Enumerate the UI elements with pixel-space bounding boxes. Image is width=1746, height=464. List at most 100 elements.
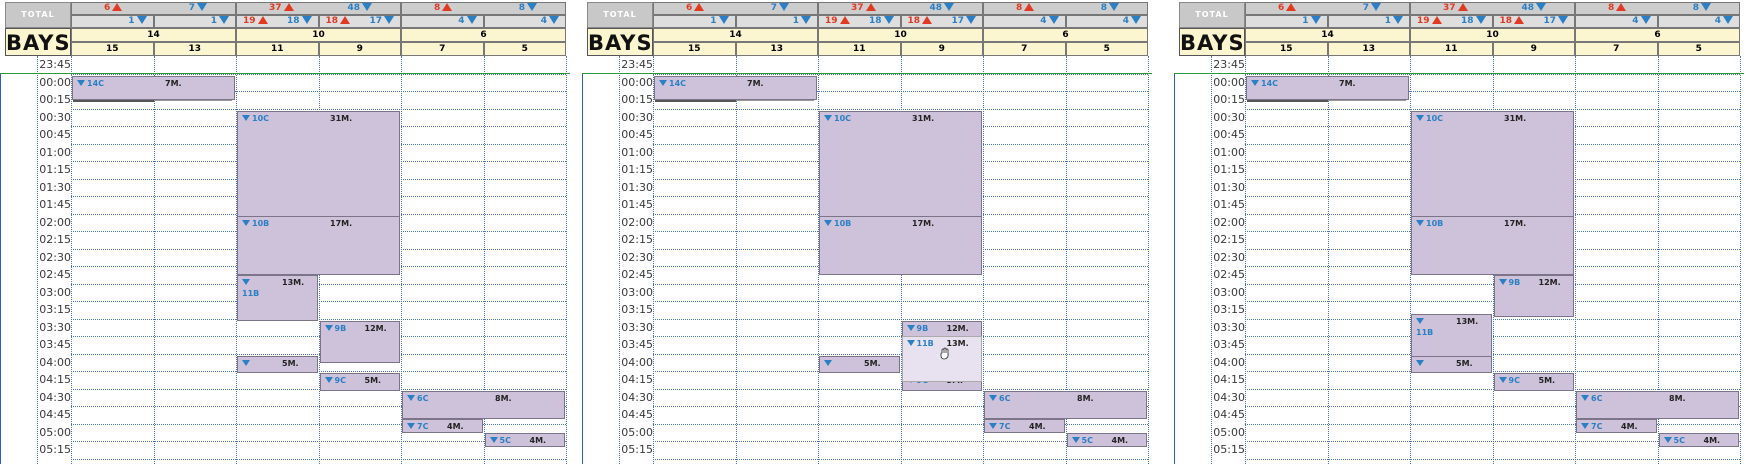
block-duration: 17M. bbox=[1504, 218, 1527, 228]
bay-down-count: 17 bbox=[1543, 16, 1568, 27]
bay-down-value: 4 bbox=[1040, 16, 1047, 26]
schedule-block[interactable]: 14C 7M. bbox=[654, 75, 817, 100]
time-label: 04:30 bbox=[621, 390, 653, 404]
bays-label: BAYS bbox=[5, 28, 71, 56]
time-label: 01:15 bbox=[1213, 163, 1245, 176]
schedule-block[interactable]: 9C 5M. bbox=[319, 373, 400, 391]
block-duration: 5M. bbox=[864, 358, 881, 368]
down-arrow-icon bbox=[549, 16, 559, 24]
down-arrow-icon bbox=[1416, 359, 1424, 366]
schedule-block[interactable]: 10B 17M. bbox=[1411, 215, 1574, 275]
up-arrow-icon bbox=[1024, 3, 1035, 11]
schedule-block[interactable]: 5M. bbox=[237, 355, 318, 373]
schedule-block[interactable]: 7C 4M. bbox=[402, 418, 483, 433]
time-label: 00:15 bbox=[621, 93, 653, 106]
down-arrow-icon bbox=[824, 359, 832, 366]
down-total: 8 bbox=[1693, 3, 1711, 14]
down-arrow-icon bbox=[944, 3, 954, 11]
time-label: 02:15 bbox=[1213, 233, 1245, 246]
schedule-block[interactable]: 6C 8M. bbox=[1576, 390, 1739, 419]
schedule-block[interactable]: 5M. bbox=[819, 355, 900, 373]
schedule-block[interactable]: 11B 13M. bbox=[237, 275, 318, 321]
schedule-block[interactable]: 10B 17M. bbox=[819, 215, 982, 275]
group-10-totals: 37 48 bbox=[236, 2, 401, 15]
up-count-value: 37 bbox=[1443, 3, 1456, 13]
bay-counts: 4 bbox=[401, 15, 484, 28]
down-arrow-icon bbox=[718, 16, 729, 24]
down-total-value: 8 bbox=[518, 3, 525, 13]
schedule-block[interactable]: 14C 7M. bbox=[1246, 75, 1409, 100]
block-id: 7C bbox=[417, 421, 429, 431]
bay-number: 9 bbox=[1492, 42, 1575, 56]
bay-number: 9 bbox=[900, 42, 983, 56]
up-count: 8 bbox=[434, 3, 453, 14]
schedule-panel-after: TOTAL BAYS 6 7 1 1 14 15 13 37 48 19 18 18 17 10 11 9 8 8 4 4… bbox=[1174, 0, 1744, 464]
bay-counts: 18 17 bbox=[318, 15, 401, 28]
schedule-block[interactable]: 9C 5M. bbox=[1493, 373, 1574, 391]
schedule-block[interactable]: 7C 4M. bbox=[984, 418, 1065, 433]
bay-counts: 1 bbox=[735, 15, 818, 28]
schedule-block[interactable]: 14C 7M. bbox=[72, 75, 235, 100]
time-label: 00:30 bbox=[1213, 110, 1245, 124]
bay-number: 9 bbox=[318, 42, 401, 56]
schedule-block[interactable]: 5C 4M. bbox=[1658, 432, 1739, 447]
down-total: 48 bbox=[929, 3, 954, 14]
bay-up-value: 19 bbox=[825, 16, 838, 26]
schedule-block[interactable]: 9B 12M. bbox=[1493, 275, 1574, 317]
bay-down-count: 18 bbox=[287, 16, 312, 27]
bay-down-value: 4 bbox=[1122, 16, 1129, 26]
schedule-block[interactable]: 11B 13M. bbox=[1411, 313, 1492, 359]
time-label: 01:00 bbox=[1213, 145, 1245, 159]
bay-counts: 18 17 bbox=[900, 15, 983, 28]
schedule-block[interactable]: 5C 4M. bbox=[1066, 432, 1147, 447]
bay-down-count: 1 bbox=[710, 16, 729, 27]
block-id: 6C bbox=[417, 393, 429, 403]
down-arrow-icon bbox=[1701, 3, 1711, 11]
time-label: 03:00 bbox=[1213, 285, 1245, 299]
time-axis-line bbox=[619, 56, 620, 464]
bay-up-value: 18 bbox=[907, 16, 921, 26]
schedule-block[interactable]: 10C 31M. bbox=[237, 110, 400, 219]
time-label: 00:30 bbox=[39, 110, 71, 124]
schedule-block[interactable]: 10B 17M. bbox=[237, 215, 400, 275]
up-count: 8 bbox=[1016, 3, 1035, 14]
down-arrow-icon bbox=[1251, 79, 1259, 86]
up-count: 8 bbox=[1608, 3, 1627, 14]
down-arrow-icon bbox=[219, 16, 229, 24]
schedule-block[interactable]: 9B 12M. bbox=[319, 320, 400, 363]
down-arrow-icon bbox=[77, 79, 85, 86]
time-label: 00:00 bbox=[39, 75, 71, 89]
time-label: 02:45 bbox=[39, 268, 71, 281]
schedule-block[interactable]: 7C 4M. bbox=[1576, 418, 1657, 433]
bay-down-count: 1 bbox=[793, 16, 811, 27]
time-label: 02:15 bbox=[39, 233, 71, 246]
schedule-block[interactable]: 6C 8M. bbox=[402, 390, 565, 419]
schedule-block[interactable]: 6C 8M. bbox=[984, 390, 1147, 419]
block-id: 9B bbox=[916, 323, 929, 333]
block-id: 7C bbox=[1591, 421, 1603, 431]
bay-counts: 4 bbox=[483, 15, 566, 28]
bay-down-count: 4 bbox=[1632, 16, 1651, 27]
down-arrow-icon bbox=[1371, 3, 1381, 11]
time-label: 03:45 bbox=[1213, 338, 1245, 351]
down-arrow-icon bbox=[362, 3, 372, 11]
time-label: 23:45 bbox=[621, 58, 653, 71]
block-id: 7C bbox=[999, 421, 1011, 431]
schedule-block[interactable]: 5M. bbox=[1411, 355, 1492, 373]
bay-down-value: 1 bbox=[128, 16, 135, 26]
bay-gridline bbox=[653, 56, 654, 464]
down-arrow-icon bbox=[489, 436, 498, 443]
time-label: 04:00 bbox=[39, 355, 71, 369]
schedule-block[interactable]: 10C 31M. bbox=[819, 110, 982, 219]
down-total-value: 7 bbox=[1362, 3, 1369, 13]
bay-down-value: 4 bbox=[540, 16, 547, 26]
down-total-value: 8 bbox=[1100, 3, 1107, 13]
block-duration: 17M. bbox=[912, 218, 935, 228]
block-duration: 4M. bbox=[1111, 435, 1129, 445]
up-arrow-icon bbox=[340, 16, 351, 24]
group-6-totals: 88 bbox=[401, 2, 566, 15]
schedule-block[interactable]: 10C 31M. bbox=[1411, 110, 1574, 219]
bay-down-value: 1 bbox=[710, 16, 717, 26]
block-duration: 12M. bbox=[1538, 278, 1561, 287]
schedule-block[interactable]: 5C 4M. bbox=[484, 432, 565, 447]
